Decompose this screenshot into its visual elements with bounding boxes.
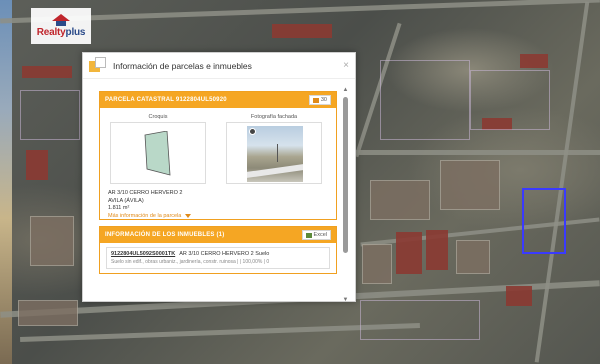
excel-label: Excel	[313, 232, 327, 238]
dialog-body: PARCELA CATASTRAL 9122804UL50920 30 Croq…	[99, 91, 337, 299]
house-logo-icon	[52, 14, 70, 26]
logo-text: Realtyplus	[37, 27, 86, 38]
scrollbar-thumb[interactable]	[343, 97, 348, 253]
map-parcel-outline	[470, 70, 550, 130]
parcel-info-dialog: Información de parcelas e inmuebles × PA…	[82, 52, 356, 303]
map-building	[506, 286, 532, 306]
realtyplus-logo[interactable]: Realtyplus	[31, 8, 91, 44]
dialog-title: Información de parcelas e inmuebles	[113, 60, 252, 71]
chevron-down-icon	[185, 214, 192, 218]
map-block	[362, 244, 392, 284]
inmueble-details: Suelo sin edif., obras urbaniz., jardine…	[111, 259, 270, 265]
parcela-content: Croquis Fotografía fachada AR 3/10 CERRO…	[100, 108, 336, 219]
parcela-section: PARCELA CATASTRAL 9122804UL50920 30 Croq…	[99, 91, 337, 220]
photo-road	[247, 164, 303, 178]
logo-text-plus: plus	[65, 27, 86, 38]
fachada-column: Fotografía fachada	[224, 114, 324, 184]
photos-count: 30	[320, 97, 327, 103]
layers-icon	[89, 56, 107, 75]
photos-button[interactable]: 30	[308, 95, 331, 105]
map-building	[520, 54, 548, 68]
more-info-link[interactable]: Más información de la parcela	[108, 213, 192, 219]
map-building	[272, 24, 332, 38]
croquis-frame[interactable]	[110, 122, 206, 184]
map-parcel-outline	[20, 90, 80, 140]
map-block	[30, 216, 74, 266]
parcel-sketch	[144, 131, 171, 176]
scroll-down-icon[interactable]: ▼	[342, 297, 349, 303]
map-block	[456, 240, 490, 274]
dialog-scrollbar[interactable]: ▲ ▼	[342, 87, 349, 303]
logo-text-realty: Realty	[36, 27, 66, 38]
excel-icon	[305, 232, 312, 238]
address-line1: AR 3/10 CERRO HERVERO 2	[108, 190, 183, 196]
map-parcel-outline	[380, 60, 470, 140]
dialog-header: Información de parcelas e inmuebles ×	[83, 53, 355, 79]
inmueble-address: AR 3/10 CERRO HERVERO 2 Suelo	[179, 251, 270, 257]
map-building	[22, 66, 72, 78]
fachada-label: Fotografía fachada	[250, 114, 298, 120]
selected-parcel-outline[interactable]	[522, 188, 566, 254]
fachada-frame[interactable]	[226, 122, 322, 184]
map-parcel-outline	[360, 300, 480, 340]
map-edge-strip	[0, 0, 12, 364]
map-block	[18, 300, 78, 326]
more-info-label: Más información de la parcela	[108, 213, 182, 219]
parcel-address: AR 3/10 CERRO HERVERO 2 AVILA (ÁVILA) 1.…	[108, 190, 182, 213]
croquis-label: Croquis	[148, 114, 168, 120]
camera-icon	[312, 97, 319, 103]
parcel-area: 1.811 m²	[108, 205, 130, 211]
parcela-title: PARCELA CATASTRAL 9122804UL50920	[105, 97, 227, 103]
facade-photo[interactable]	[247, 126, 303, 182]
address-line2: AVILA (ÁVILA)	[108, 197, 144, 204]
inmuebles-list: 9122804UL5092S0001TK AR 3/10 CERRO HERVER…	[100, 243, 336, 273]
inmueble-summary: 9122804UL5092S0001TK AR 3/10 CERRO HERVER…	[111, 251, 325, 257]
map-building	[26, 150, 48, 180]
map-block	[440, 160, 500, 210]
photo-pole	[277, 144, 278, 162]
list-item[interactable]: 9122804UL5092S0001TK AR 3/10 CERRO HERVER…	[106, 247, 330, 269]
parcela-header: PARCELA CATASTRAL 9122804UL50920 30	[100, 92, 336, 108]
inmueble-ref-link[interactable]: 9122804UL5092S0001TK	[111, 251, 175, 257]
map-building	[396, 232, 422, 274]
scroll-up-icon[interactable]: ▲	[342, 87, 349, 93]
close-icon[interactable]: ×	[343, 60, 349, 71]
camera-icon[interactable]	[249, 128, 256, 135]
excel-button[interactable]: Excel	[301, 230, 331, 240]
map-road	[350, 150, 600, 155]
inmuebles-section: INFORMACIÓN DE LOS INMUEBLES (1) Excel 9…	[99, 226, 337, 274]
map-building	[426, 230, 448, 270]
croquis-column: Croquis	[108, 114, 208, 184]
inmuebles-title: INFORMACIÓN DE LOS INMUEBLES (1)	[105, 232, 225, 238]
inmuebles-header: INFORMACIÓN DE LOS INMUEBLES (1) Excel	[100, 227, 336, 243]
map-block	[370, 180, 430, 220]
